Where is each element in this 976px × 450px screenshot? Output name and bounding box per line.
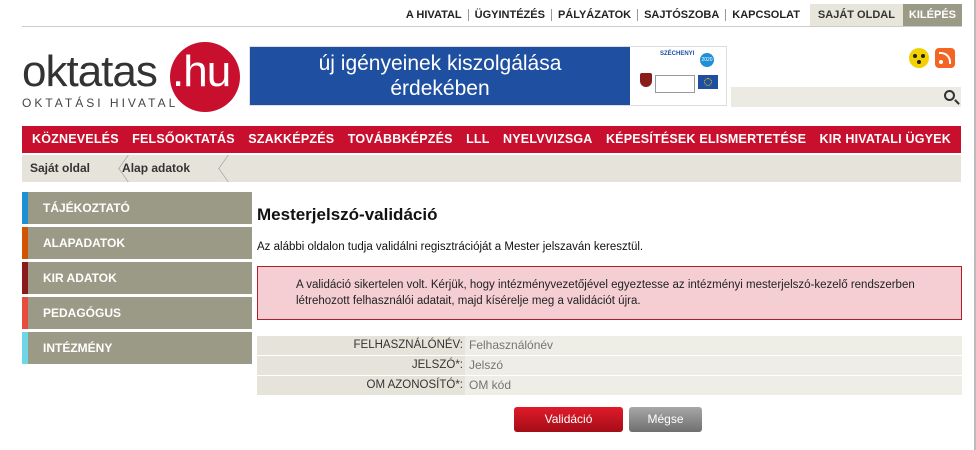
- top-utility-bar: A HIVATAL ÜGYINTÉZÉS PÁLYÁZATOK SAJTÓSZO…: [400, 4, 962, 26]
- validate-button[interactable]: Validáció: [514, 407, 623, 432]
- logout-button[interactable]: KILÉPÉS: [902, 4, 962, 26]
- nav-vocational[interactable]: SZAKKÉPZÉS: [248, 126, 334, 153]
- password-label: JELSZÓ*:: [257, 356, 465, 375]
- banner-line-1: új igényeinek kiszolgálása: [318, 52, 562, 75]
- username-field[interactable]: [465, 336, 962, 355]
- error-alert: A validáció sikertelen volt. Kérjük, hog…: [257, 266, 962, 320]
- search-icon[interactable]: [944, 90, 955, 101]
- accessibility-icon[interactable]: [909, 48, 929, 68]
- om-id-field[interactable]: [465, 376, 962, 395]
- banner-line-2: érdekében: [390, 77, 490, 100]
- breadcrumb-separator-icon: [204, 155, 214, 182]
- om-id-label: OM AZONOSÍTÓ*:: [257, 376, 465, 395]
- main-content: Mesterjelszó-validáció Az alábbi oldalon…: [257, 205, 962, 432]
- sidebar-item-kir-data[interactable]: KIR ADATOK: [22, 262, 252, 294]
- rss-icon[interactable]: [935, 48, 955, 68]
- sidebar-item-teacher[interactable]: PEDAGÓGUS: [22, 297, 252, 329]
- top-link-tenders[interactable]: PÁLYÁZATOK: [552, 9, 639, 21]
- sidebar-item-info[interactable]: TÁJÉKOZTATÓ: [22, 192, 252, 224]
- site-logo[interactable]: oktatas .hu OKTATÁSI HIVATAL: [22, 42, 247, 112]
- form-row-password: JELSZÓ*:: [257, 356, 962, 375]
- sidebar: TÁJÉKOZTATÓ ALAPADATOK KIR ADATOK PEDAGÓ…: [22, 192, 252, 367]
- own-page-link[interactable]: SAJÁT OLDAL: [809, 4, 903, 26]
- nav-higher-education[interactable]: FELSŐOKTATÁS: [132, 126, 235, 153]
- szechenyi-banner[interactable]: új igényeinek kiszolgálása érdekében SZÉ…: [249, 46, 727, 106]
- eu-flag-icon: [698, 75, 718, 89]
- banner-program-year: 2020: [700, 53, 714, 67]
- top-divider: [22, 26, 962, 27]
- sidebar-item-institution[interactable]: INTÉZMÉNY: [22, 332, 252, 364]
- password-field[interactable]: [465, 356, 962, 375]
- top-link-office[interactable]: A HIVATAL: [400, 9, 469, 21]
- sidebar-item-basic-data[interactable]: ALAPADATOK: [22, 227, 252, 259]
- nav-lll[interactable]: LLL: [466, 126, 490, 153]
- nav-qualifications[interactable]: KÉPESÍTÉSEK ELISMERTETÉSE: [606, 126, 806, 153]
- top-link-contact[interactable]: KAPCSOLAT: [726, 9, 806, 21]
- breadcrumb: Saját oldal Alap adatok: [22, 155, 961, 182]
- form-row-om-id: OM AZONOSÍTÓ*:: [257, 376, 962, 395]
- main-navigation: KÖZNEVELÉS FELSŐOKTATÁS SZAKKÉPZÉS TOVÁB…: [22, 126, 961, 153]
- form-row-username: FELHASZNÁLÓNÉV:: [257, 336, 962, 355]
- intro-text: Az alábbi oldalon tudja validálni regisz…: [257, 241, 644, 253]
- eu-fund-logo: [655, 75, 695, 93]
- logo-word: oktatas: [22, 47, 158, 96]
- breadcrumb-own-page[interactable]: Saját oldal: [22, 155, 104, 182]
- nav-language-exam[interactable]: NYELVVIZSGA: [503, 126, 592, 153]
- hungary-crest-icon: [640, 73, 652, 87]
- logo-suffix: .hu: [172, 47, 231, 96]
- search-input[interactable]: [731, 87, 931, 107]
- search-box: [731, 87, 961, 107]
- breadcrumb-separator-icon: [104, 155, 114, 182]
- validation-form: FELHASZNÁLÓNÉV: JELSZÓ*: OM AZONOSÍTÓ*:: [257, 336, 962, 395]
- cancel-button[interactable]: Mégse: [629, 407, 702, 432]
- nav-public-education[interactable]: KÖZNEVELÉS: [32, 126, 119, 153]
- nav-kir-office[interactable]: KIR HIVATALI ÜGYEK: [820, 126, 951, 153]
- page-title: Mesterjelszó-validáció: [257, 205, 438, 224]
- nav-further-training[interactable]: TOVÁBBKÉPZÉS: [348, 126, 453, 153]
- top-link-admin[interactable]: ÜGYINTÉZÉS: [469, 9, 552, 21]
- banner-program-label: SZÉCHENYI: [660, 51, 695, 57]
- top-link-press[interactable]: SAJTÓSZOBA: [638, 9, 727, 21]
- logo-subtitle: OKTATÁSI HIVATAL: [22, 96, 179, 110]
- form-actions: Validáció Mégse: [257, 407, 962, 432]
- username-label: FELHASZNÁLÓNÉV:: [257, 336, 465, 355]
- banner-text: új igényeinek kiszolgálása érdekében: [250, 47, 630, 105]
- breadcrumb-basic-data[interactable]: Alap adatok: [114, 155, 204, 182]
